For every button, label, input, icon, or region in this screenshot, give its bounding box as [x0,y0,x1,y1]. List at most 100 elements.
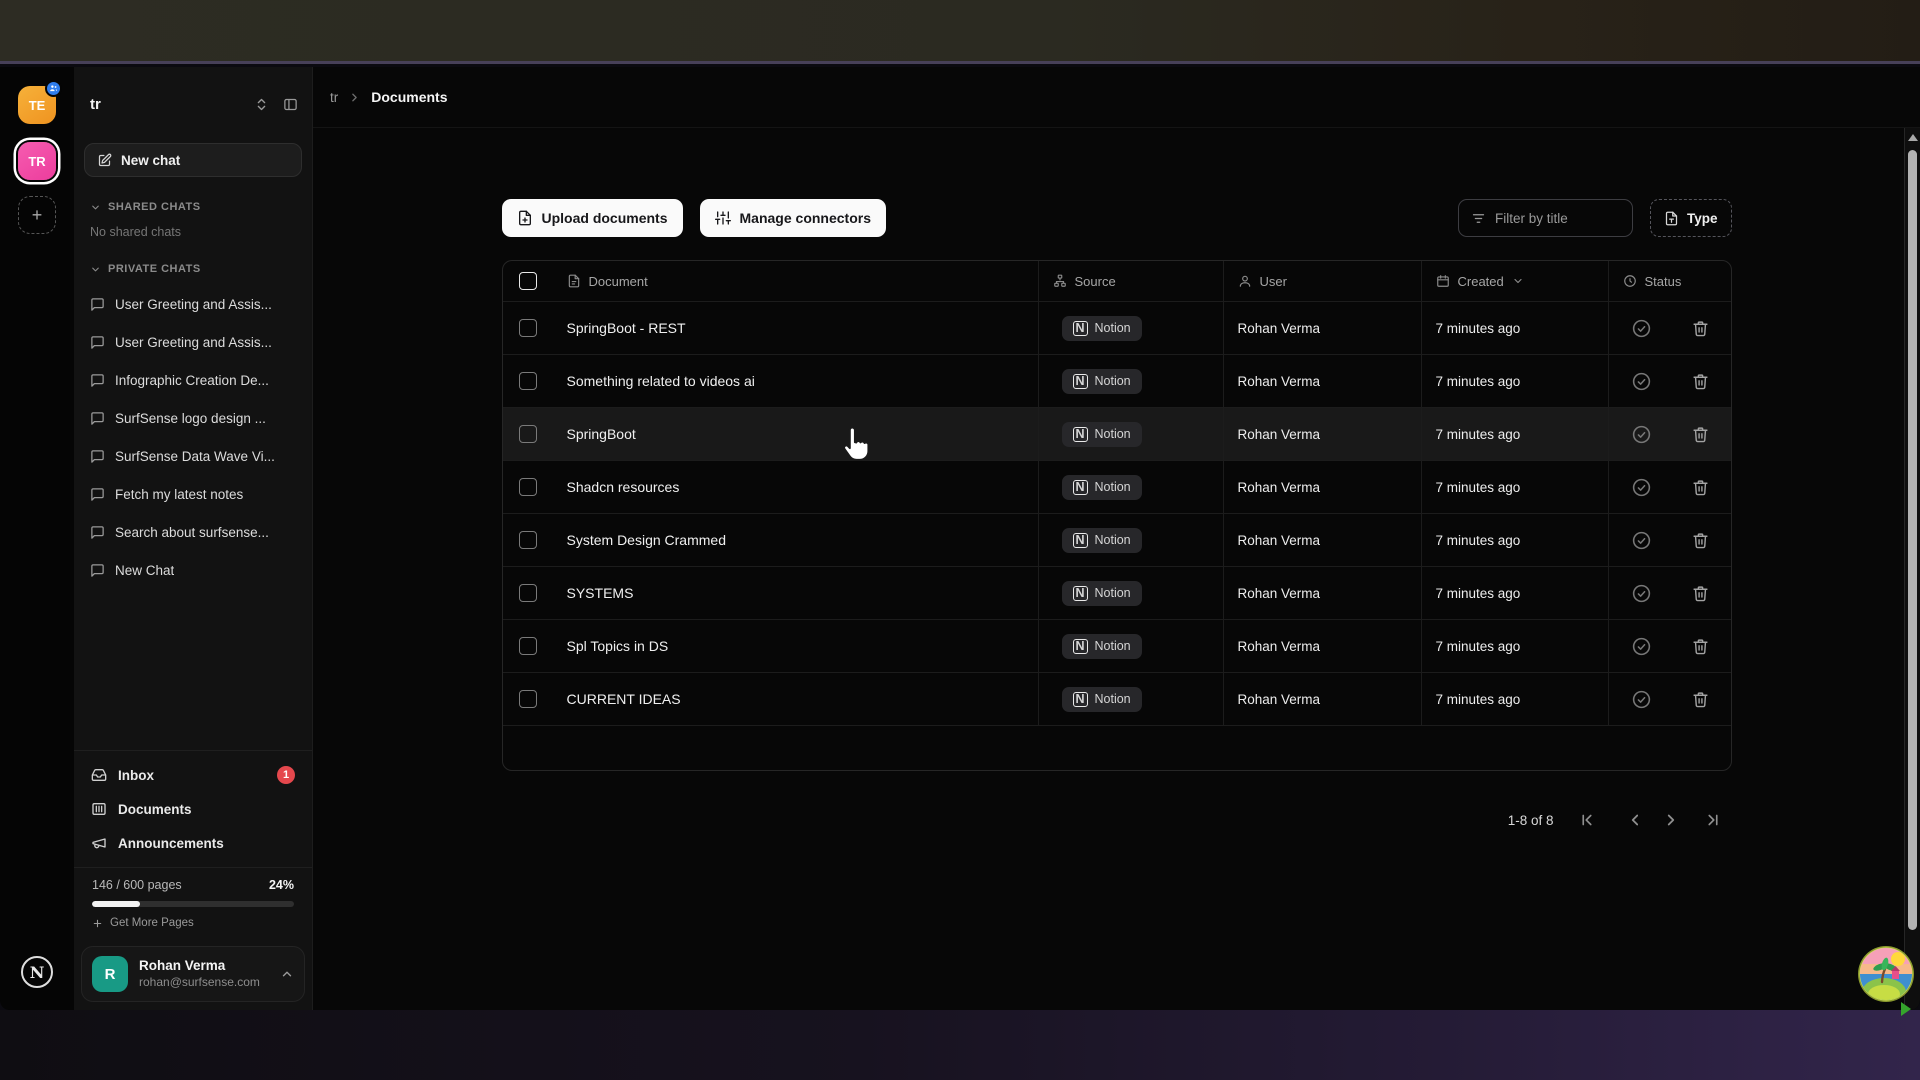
delete-row-icon[interactable] [1692,373,1709,390]
scrollbar-up-arrow[interactable] [1908,134,1918,141]
table-header-row: Document Source User Created Status [503,261,1731,301]
delete-row-icon[interactable] [1692,585,1709,602]
user-menu[interactable]: R Rohan Verma rohan@surfsense.com [81,946,305,1002]
breadcrumb-root[interactable]: tr [330,90,338,105]
row-checkbox[interactable] [519,690,537,708]
scrollbar-thumb[interactable] [1908,150,1917,930]
document-name: Something related to videos ai [553,355,1038,407]
desktop-top-strip [0,0,1920,64]
sidebar-item-inbox[interactable]: Inbox 1 [82,758,304,792]
table-row[interactable]: Something related to videos ai NNotion R… [503,354,1731,407]
user-name: Rohan Verma [139,958,260,975]
status-check-icon [1631,371,1652,392]
row-checkbox[interactable] [519,319,537,337]
column-header-source[interactable]: Source [1038,261,1223,301]
row-user: Rohan Verma [1223,461,1421,513]
source-badge: NNotion [1062,634,1142,659]
source-badge: NNotion [1062,369,1142,394]
private-chats-section-header[interactable]: PRIVATE CHATS [90,263,296,275]
pages-progress-fill [92,901,140,907]
status-check-icon [1631,636,1652,657]
row-user: Rohan Verma [1223,514,1421,566]
source-badge: NNotion [1062,687,1142,712]
row-checkbox[interactable] [519,478,537,496]
pages-usage-percent: 24% [269,878,294,892]
table-row-hovered[interactable]: SpringBoot NNotion Rohan Verma 7 minutes… [503,407,1731,460]
desktop-bottom-strip [0,1010,1920,1080]
vertical-scrollbar[interactable] [1904,128,1920,1010]
table-row[interactable]: System Design Crammed NNotion Rohan Verm… [503,513,1731,566]
user-icon [1238,274,1252,288]
row-checkbox[interactable] [519,584,537,602]
select-all-checkbox[interactable] [519,272,537,290]
chat-list-item[interactable]: Fetch my latest notes [74,475,312,513]
table-row[interactable]: Shadcn resources NNotion Rohan Verma 7 m… [503,460,1731,513]
row-created: 7 minutes ago [1421,408,1608,460]
row-created: 7 minutes ago [1421,567,1608,619]
column-header-created[interactable]: Created [1421,261,1608,301]
chat-list-item[interactable]: User Greeting and Assis... [74,285,312,323]
usage-panel: 146 / 600 pages 24% Get More Pages [74,867,312,941]
last-page-button[interactable] [1704,811,1722,829]
delete-row-icon[interactable] [1692,320,1709,337]
notion-icon: N [1073,639,1088,654]
filter-by-title-input[interactable] [1495,211,1620,226]
manage-connectors-button[interactable]: Manage connectors [700,199,886,237]
row-checkbox[interactable] [519,637,537,655]
delete-row-icon[interactable] [1692,691,1709,708]
row-checkbox[interactable] [519,372,537,390]
add-workspace-button[interactable]: + [18,196,56,234]
chat-list-item[interactable]: SurfSense logo design ... [74,399,312,437]
document-name: SYSTEMS [553,567,1038,619]
sidebar-item-documents[interactable]: Documents [82,792,304,826]
row-checkbox[interactable] [519,531,537,549]
corner-arrow-icon [1901,1002,1911,1016]
sidebar-nav: Inbox 1 Documents Announcements [74,751,312,867]
notion-icon: N [1073,427,1088,442]
shared-chats-section-header[interactable]: SHARED CHATS [90,201,296,213]
sliders-icon [715,210,731,226]
row-created: 7 minutes ago [1421,620,1608,672]
delete-row-icon[interactable] [1692,426,1709,443]
first-page-button[interactable] [1578,811,1596,829]
source-badge: NNotion [1062,528,1142,553]
status-check-icon [1631,477,1652,498]
table-row[interactable]: SYSTEMS NNotion Rohan Verma 7 minutes ag… [503,566,1731,619]
upload-documents-button[interactable]: Upload documents [502,199,683,237]
type-filter-button[interactable]: Type [1650,199,1732,237]
message-icon [90,335,105,350]
chat-list-item[interactable]: New Chat [74,551,312,589]
delete-row-icon[interactable] [1692,479,1709,496]
edit-icon [97,153,112,168]
chevron-down-icon [90,202,101,213]
sidebar-toggle-icon[interactable] [283,97,298,112]
chat-list-item[interactable]: User Greeting and Assis... [74,323,312,361]
column-header-document[interactable]: Document [553,261,1038,301]
chat-list-item[interactable]: Infographic Creation De... [74,361,312,399]
row-checkbox[interactable] [519,425,537,443]
table-row[interactable]: Spl Topics in DS NNotion Rohan Verma 7 m… [503,619,1731,672]
table-row[interactable]: CURRENT IDEAS NNotion Rohan Verma 7 minu… [503,672,1731,725]
previous-page-button[interactable] [1620,811,1638,829]
delete-row-icon[interactable] [1692,638,1709,655]
workspace-avatar-te[interactable]: TE [18,86,56,124]
workspace-avatar-tr-selected[interactable]: TR [18,142,56,180]
new-chat-button[interactable]: New chat [84,143,302,177]
get-more-pages-button[interactable]: Get More Pages [92,917,294,929]
next-page-button[interactable] [1662,811,1680,829]
workspace-switcher-icon[interactable] [254,97,269,112]
sidebar-item-announcements[interactable]: Announcements [82,826,304,860]
table-body: SpringBoot - REST NNotion Rohan Verma 7 … [503,301,1731,725]
table-row[interactable]: SpringBoot - REST NNotion Rohan Verma 7 … [503,301,1731,354]
workspace-rail: TE TR + N [0,67,74,1010]
chat-list-item[interactable]: Search about surfsense... [74,513,312,551]
chat-list-item[interactable]: SurfSense Data Wave Vi... [74,437,312,475]
row-user: Rohan Verma [1223,673,1421,725]
no-shared-chats-note: No shared chats [90,225,296,239]
source-badge: NNotion [1062,475,1142,500]
message-icon [90,525,105,540]
column-header-status[interactable]: Status [1608,261,1731,301]
delete-row-icon[interactable] [1692,532,1709,549]
column-header-user[interactable]: User [1223,261,1421,301]
table-empty-space [503,725,1731,770]
